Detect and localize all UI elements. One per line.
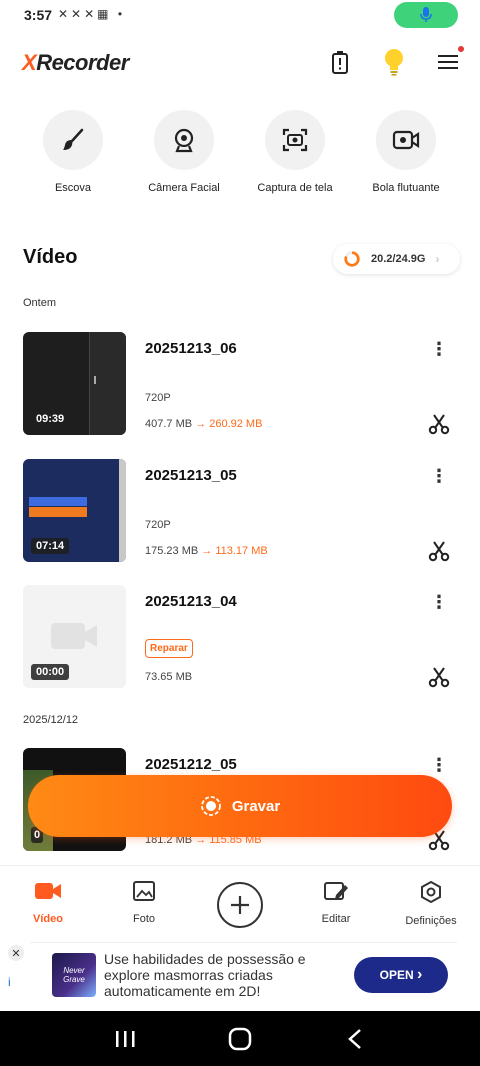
tool-label: Escova bbox=[54, 182, 92, 194]
chevron-right-icon: › bbox=[417, 966, 423, 983]
battery-alert-icon bbox=[332, 51, 348, 74]
storage-indicator[interactable]: 20.2/24.9G › bbox=[333, 244, 460, 274]
status-bar: 3:57 ✕✕✕▦ • bbox=[0, 0, 480, 30]
video-name: 20251213_04 bbox=[145, 593, 237, 610]
more-options-icon[interactable]: ⋮ bbox=[428, 591, 450, 613]
quick-tools: Escova Câmera Facial Captura de tela Bol… bbox=[0, 110, 480, 210]
video-item[interactable]: 07:14 20251213_05 ⋮ 720P 175.23 MB → 113… bbox=[0, 459, 480, 564]
video-size: 175.23 MB → 113.17 MB bbox=[145, 545, 268, 557]
tool-brush[interactable]: Escova bbox=[18, 110, 128, 194]
video-duration: 07:14 bbox=[31, 538, 70, 554]
video-duration: 00:00 bbox=[31, 664, 70, 680]
webcam-icon bbox=[174, 128, 194, 153]
video-name: 20251213_05 bbox=[145, 467, 237, 484]
tab-edit[interactable]: Editar bbox=[296, 880, 376, 925]
microphone-icon bbox=[420, 7, 432, 22]
video-thumbnail[interactable]: 00:00 bbox=[23, 585, 126, 688]
recent-apps-icon[interactable] bbox=[110, 1025, 140, 1053]
screenshot-icon bbox=[282, 128, 308, 152]
lightbulb-icon bbox=[385, 49, 403, 76]
ad-text[interactable]: Use habilidades de possessão e explore m… bbox=[104, 951, 344, 999]
mic-indicator-pill[interactable] bbox=[394, 2, 458, 28]
tool-label: Câmera Facial bbox=[148, 182, 220, 194]
ad-game-image[interactable]: Never Grave bbox=[52, 953, 96, 997]
notification-dot bbox=[458, 46, 464, 52]
video-item[interactable]: 09:39 20251213_06 ⋮ 720P 407.7 MB → 260.… bbox=[0, 332, 480, 437]
chevron-right-icon: › bbox=[435, 252, 440, 266]
tab-label: Editar bbox=[321, 913, 351, 925]
storage-text: 20.2/24.9G bbox=[371, 253, 426, 265]
ad-open-button[interactable]: OPEN › bbox=[354, 957, 448, 993]
section-title: Vídeo bbox=[23, 246, 78, 268]
tool-screenshot[interactable]: Captura de tela bbox=[240, 110, 350, 194]
scissors-icon[interactable] bbox=[427, 539, 451, 563]
record-icon bbox=[200, 796, 221, 816]
video-size: 73.65 MB bbox=[145, 671, 193, 683]
more-options-icon[interactable]: ⋮ bbox=[428, 338, 450, 360]
tool-label: Bola flutuante bbox=[372, 182, 440, 194]
tab-photo[interactable]: Foto bbox=[104, 880, 184, 925]
video-item[interactable]: 00:00 20251213_04 ⋮ Reparar 73.65 MB bbox=[0, 585, 480, 690]
storage-ring-icon bbox=[344, 251, 360, 267]
tool-face-camera[interactable]: Câmera Facial bbox=[129, 110, 239, 194]
video-thumbnail[interactable]: 09:39 bbox=[23, 332, 126, 435]
video-resolution: 720P bbox=[145, 519, 171, 531]
plus-icon bbox=[231, 896, 249, 914]
more-options-icon[interactable]: ⋮ bbox=[428, 754, 450, 776]
tool-label: Captura de tela bbox=[257, 182, 333, 194]
tab-video[interactable]: Vídeo bbox=[8, 880, 88, 925]
battery-alert-button[interactable] bbox=[326, 48, 354, 76]
repair-button[interactable]: Reparar bbox=[145, 639, 193, 658]
more-options-icon[interactable]: ⋮ bbox=[428, 465, 450, 487]
ad-banner[interactable]: ✕ i Never Grave Use habilidades de posse… bbox=[8, 942, 457, 1010]
date-group-label: Ontem bbox=[23, 297, 57, 309]
video-resolution: 720P bbox=[145, 392, 171, 404]
record-button[interactable]: Gravar bbox=[28, 775, 452, 837]
date-group-label: 2025/12/12 bbox=[23, 714, 79, 726]
brush-icon bbox=[63, 128, 84, 150]
video-name: 20251212_05 bbox=[145, 756, 237, 773]
video-thumbnail[interactable]: 07:14 bbox=[23, 459, 126, 562]
video-name: 20251213_06 bbox=[145, 340, 237, 357]
tool-floating-ball[interactable]: Bola flutuante bbox=[351, 110, 461, 194]
scissors-icon[interactable] bbox=[427, 665, 451, 689]
video-camera-icon bbox=[35, 883, 61, 899]
home-icon[interactable] bbox=[225, 1025, 255, 1053]
tab-label: Vídeo bbox=[33, 913, 63, 925]
video-size: 407.7 MB → 260.92 MB bbox=[145, 418, 263, 430]
settings-hexagon-icon bbox=[421, 880, 441, 904]
add-button[interactable] bbox=[217, 882, 263, 928]
back-icon[interactable] bbox=[340, 1025, 370, 1053]
tab-label: Foto bbox=[132, 913, 155, 925]
app-logo: XRecorder bbox=[22, 50, 129, 75]
notification-icons: ✕✕✕▦ • bbox=[58, 7, 126, 21]
menu-button[interactable] bbox=[434, 46, 464, 76]
photo-icon bbox=[133, 881, 155, 901]
video-placeholder-icon bbox=[51, 623, 97, 649]
video-duration: 09:39 bbox=[31, 411, 70, 427]
tab-settings[interactable]: Definições bbox=[391, 880, 471, 927]
tab-label: Definições bbox=[405, 915, 457, 927]
hamburger-menu-icon bbox=[438, 55, 458, 69]
app-header: XRecorder bbox=[0, 40, 480, 84]
bottom-nav: Vídeo Foto Editar Definições bbox=[0, 865, 480, 937]
ad-close-icon[interactable]: ✕ bbox=[8, 945, 24, 961]
system-nav-bar bbox=[0, 1011, 480, 1066]
record-label: Gravar bbox=[231, 797, 281, 815]
floating-ball-icon bbox=[392, 130, 420, 150]
ad-info-icon[interactable]: i bbox=[8, 975, 11, 989]
scissors-icon[interactable] bbox=[427, 412, 451, 436]
edit-video-icon bbox=[324, 882, 348, 900]
status-time: 3:57 bbox=[24, 7, 53, 23]
tips-button[interactable] bbox=[380, 48, 408, 76]
